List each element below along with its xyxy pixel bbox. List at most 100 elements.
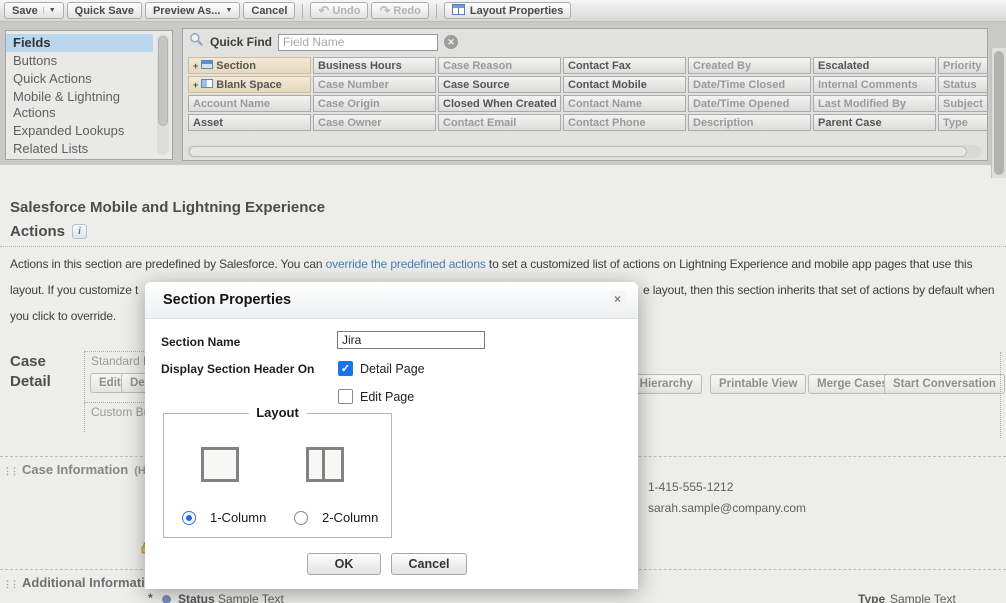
section-icon bbox=[201, 60, 213, 72]
ok-button[interactable]: OK bbox=[307, 553, 381, 575]
palette-item-parent-case[interactable]: Parent Case bbox=[813, 114, 936, 131]
page-scrollbar-thumb[interactable] bbox=[994, 51, 1004, 175]
palette-item-section[interactable]: + Section bbox=[188, 57, 311, 74]
cancel-button[interactable]: Cancel bbox=[243, 2, 295, 19]
description-text: Actions in this section are predefined b… bbox=[10, 257, 326, 271]
field-label-type[interactable]: Type bbox=[858, 592, 885, 603]
printable-view-button[interactable]: Printable View bbox=[710, 374, 806, 394]
search-icon bbox=[189, 32, 204, 52]
start-conversation-label: Start Conversation bbox=[893, 378, 996, 390]
dependency-dot-icon bbox=[162, 593, 176, 603]
page-vertical-scrollbar[interactable] bbox=[991, 48, 1006, 184]
sidebar-item-mobile-lightning-actions[interactable]: Mobile & Lightning Actions bbox=[6, 88, 153, 122]
drag-handle-icon[interactable]: ⋮⋮ bbox=[3, 466, 17, 476]
dialog-header[interactable]: Section Properties × bbox=[145, 282, 638, 319]
palette-item-subject: Subject bbox=[938, 95, 988, 112]
drag-handle-icon[interactable]: ⋮⋮ bbox=[3, 579, 17, 589]
palette-item-datetime-closed: Date/Time Closed bbox=[688, 76, 811, 93]
preview-as-button[interactable]: Preview As... ▼ bbox=[145, 2, 240, 19]
palette-item-contact-name: Contact Name bbox=[563, 95, 686, 112]
column-divider bbox=[322, 450, 325, 479]
one-column-radio[interactable] bbox=[182, 511, 196, 525]
layout-properties-button[interactable]: Layout Properties bbox=[444, 2, 572, 19]
palette-item-label: Internal Comments bbox=[818, 79, 918, 91]
palette-item-label: Subject bbox=[943, 98, 983, 110]
palette-item-case-number: Case Number bbox=[313, 76, 436, 93]
palette-item-created-by: Created By bbox=[688, 57, 811, 74]
palette-item-case-source[interactable]: Case Source bbox=[438, 76, 561, 93]
palette-item-label: Type bbox=[943, 117, 968, 129]
sidebar-scrollbar-thumb[interactable] bbox=[158, 36, 168, 126]
palette-item-case-origin: Case Origin bbox=[313, 95, 436, 112]
sample-value-phone: 1-415-555-1212 bbox=[648, 480, 733, 494]
two-column-preview[interactable] bbox=[306, 447, 344, 482]
palette-item-contact-fax[interactable]: Contact Fax bbox=[563, 57, 686, 74]
layout-properties-label: Layout Properties bbox=[470, 5, 564, 17]
case-information-header[interactable]: ⋮⋮Case Information(Hea bbox=[3, 462, 158, 477]
sidebar-item-fields[interactable]: Fields bbox=[6, 34, 153, 52]
additional-information-header[interactable]: ⋮⋮ Additional Information bbox=[3, 575, 161, 590]
palette-item-label: Contact Mobile bbox=[568, 79, 647, 91]
palette-item-type: Type bbox=[938, 114, 988, 131]
quick-find-label: Quick Find bbox=[210, 35, 272, 49]
sidebar-item-buttons[interactable]: Buttons bbox=[6, 52, 153, 70]
edit-page-checkbox[interactable] bbox=[338, 389, 353, 404]
palette-item-label: Last Modified By bbox=[818, 98, 906, 110]
sidebar-item-related-lists[interactable]: Related Lists bbox=[6, 140, 153, 158]
chevron-down-icon: ▼ bbox=[225, 7, 232, 14]
palette-item-business-hours[interactable]: Business Hours bbox=[313, 57, 436, 74]
section-name-input[interactable] bbox=[337, 331, 485, 349]
field-label-status[interactable]: Status bbox=[178, 592, 215, 603]
two-column-radio[interactable] bbox=[294, 511, 308, 525]
detail-page-checkbox[interactable] bbox=[338, 361, 353, 376]
section-divider bbox=[0, 246, 1006, 247]
palette-scrollbar-thumb[interactable] bbox=[189, 146, 967, 157]
close-icon[interactable]: × bbox=[609, 291, 626, 308]
clear-search-icon[interactable] bbox=[444, 35, 458, 49]
section-properties-dialog: Section Properties × Section Name Displa… bbox=[145, 282, 638, 589]
palette-item-label: Case Reason bbox=[443, 60, 512, 72]
redo-button: ↷ Redo bbox=[371, 2, 428, 19]
section-name-label: Section Name bbox=[161, 335, 240, 349]
palette-item-label: Date/Time Opened bbox=[693, 98, 789, 110]
sidebar-scrollbar[interactable] bbox=[157, 34, 169, 155]
palette-item-label: Asset bbox=[193, 117, 223, 129]
palette-item-status: Status bbox=[938, 76, 988, 93]
palette-item-label: Case Origin bbox=[318, 98, 380, 110]
palette-item-blank-space[interactable]: + Blank Space bbox=[188, 76, 311, 93]
palette-item-asset[interactable]: Asset bbox=[188, 114, 311, 131]
one-column-preview[interactable] bbox=[201, 447, 239, 482]
chevron-down-icon[interactable]: ▼ bbox=[43, 7, 56, 14]
redo-label: Redo bbox=[393, 5, 421, 17]
palette-item-contact-mobile[interactable]: Contact Mobile bbox=[563, 76, 686, 93]
actions-description-line1: Actions in this section are predefined b… bbox=[10, 257, 972, 271]
ok-label: OK bbox=[335, 557, 354, 571]
case-detail-title-line2: Detail bbox=[10, 373, 51, 390]
quick-find-bar: Quick Find bbox=[183, 29, 987, 51]
palette-item-label: Description bbox=[693, 117, 754, 129]
additional-information-title: Additional Information bbox=[22, 575, 161, 590]
actions-description-line2-left: layout. If you customize t bbox=[10, 283, 138, 297]
cancel-button[interactable]: Cancel bbox=[391, 553, 467, 575]
add-icon: + bbox=[193, 80, 198, 90]
sidebar-item-quick-actions[interactable]: Quick Actions bbox=[6, 70, 153, 88]
preview-as-label: Preview As... bbox=[153, 5, 220, 17]
palette-horizontal-scrollbar[interactable] bbox=[187, 145, 981, 158]
save-button[interactable]: Save ▼ bbox=[4, 2, 64, 19]
palette-item-label: Case Owner bbox=[318, 117, 382, 129]
palette-item-case-owner: Case Owner bbox=[313, 114, 436, 131]
start-conversation-button[interactable]: Start Conversation bbox=[884, 374, 1005, 394]
quick-find-input[interactable] bbox=[278, 34, 438, 51]
quick-save-button[interactable]: Quick Save bbox=[67, 2, 142, 19]
actions-description-line2-right: e layout, then this section inherits tha… bbox=[643, 283, 994, 297]
info-icon[interactable]: i bbox=[72, 224, 87, 239]
edit-label: Edit bbox=[99, 377, 121, 389]
buttons-fieldset-edge bbox=[1000, 352, 1001, 438]
palette-item-label: Case Number bbox=[318, 79, 389, 91]
palette-item-escalated[interactable]: Escalated bbox=[813, 57, 936, 74]
sidebar-item-expanded-lookups[interactable]: Expanded Lookups bbox=[6, 122, 153, 140]
printable-view-label: Printable View bbox=[719, 378, 797, 390]
override-predefined-actions-link[interactable]: override the predefined actions bbox=[326, 257, 486, 271]
palette-item-closed-when-created[interactable]: Closed When Created bbox=[438, 95, 561, 112]
toolbar-divider bbox=[302, 4, 303, 18]
